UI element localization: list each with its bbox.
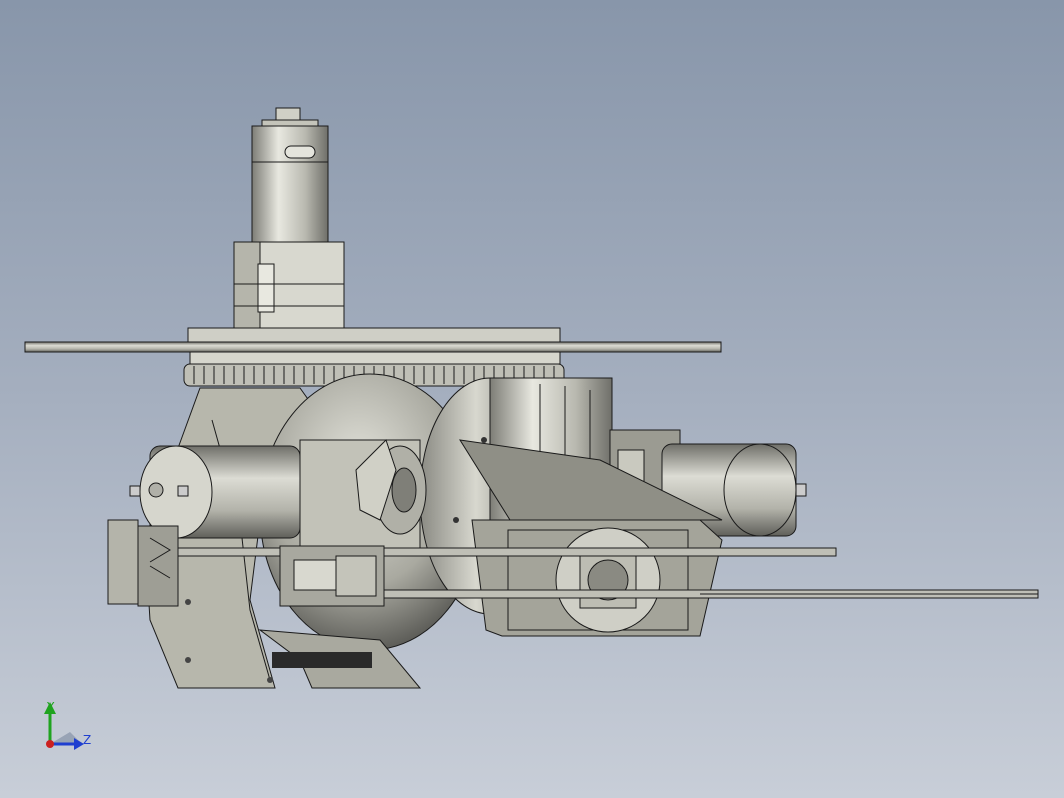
flange-bearing[interactable] [555, 527, 661, 633]
graphics-viewport[interactable]: Y Z [0, 0, 1064, 798]
left-end-plate[interactable] [107, 519, 179, 607]
slider-carriage[interactable] [279, 545, 385, 607]
motor-mount[interactable] [233, 241, 345, 329]
center-gearbox[interactable] [299, 439, 427, 551]
triad-y-label: Y [47, 700, 55, 714]
triad-z-label: Z [83, 733, 92, 747]
left-motor[interactable] [129, 445, 301, 539]
turntable-plate[interactable] [24, 327, 722, 365]
top-motor[interactable] [251, 107, 329, 243]
cad-model[interactable] [0, 0, 1064, 798]
